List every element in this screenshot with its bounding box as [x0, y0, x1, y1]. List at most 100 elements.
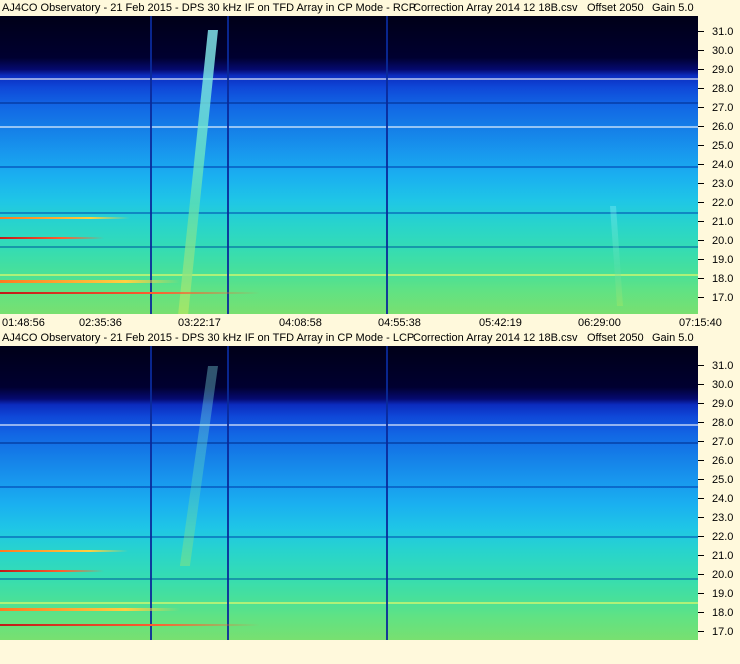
- time-label: 01:48:56: [2, 317, 45, 329]
- rcp-freq-tick: 17.0: [698, 291, 740, 305]
- lcp-streak: [0, 550, 128, 552]
- rcp-freq-label: 19.0: [712, 254, 734, 266]
- rcp-spectrogram: [0, 16, 698, 314]
- rcp-freq-tick: 20.0: [698, 234, 740, 248]
- lcp-freq-tick: 31.0: [698, 359, 740, 373]
- lcp-freq-label: 20.0: [712, 569, 734, 581]
- time-label: 02:35:36: [79, 317, 122, 329]
- time-label: 05:42:19: [479, 317, 522, 329]
- rcp-freq-tick: 23.0: [698, 177, 740, 191]
- rcp-frequency-axis: 31.0 30.0 29.0 28.0 27.0 26.0 25.0 24.0 …: [698, 16, 740, 314]
- lcp-freq-tick: 19.0: [698, 587, 740, 601]
- lcp-freq-label: 28.0: [712, 417, 734, 429]
- rcp-vertical-line: [386, 16, 388, 314]
- lcp-vertical-line: [386, 346, 388, 640]
- lcp-freq-label: 21.0: [712, 550, 734, 562]
- lcp-streak: [0, 624, 260, 626]
- rcp-freq-tick: 29.0: [698, 63, 740, 77]
- lcp-freq-label: 23.0: [712, 512, 734, 524]
- lcp-freq-label: 25.0: [712, 474, 734, 486]
- lcp-freq-tick: 20.0: [698, 568, 740, 582]
- lcp-band: [0, 536, 698, 538]
- lcp-title: AJ4CO Observatory - 21 Feb 2015 - DPS 30…: [2, 332, 415, 344]
- lcp-freq-label: 26.0: [712, 455, 734, 467]
- lcp-band: [0, 602, 698, 604]
- lcp-freq-label: 18.0: [712, 607, 734, 619]
- rcp-freq-tick: 30.0: [698, 44, 740, 58]
- rcp-freq-label: 17.0: [712, 292, 734, 304]
- rcp-correction: Correction Array 2014 12 18B.csv: [413, 2, 578, 14]
- lcp-freq-tick: 17.0: [698, 625, 740, 639]
- rcp-spectrogram-background: [0, 16, 698, 314]
- rcp-band: [0, 274, 698, 276]
- rcp-band: [0, 102, 698, 104]
- rcp-freq-label: 26.0: [712, 121, 734, 133]
- lcp-freq-tick: 28.0: [698, 416, 740, 430]
- lcp-freq-tick: 18.0: [698, 606, 740, 620]
- lcp-streak: [0, 570, 104, 572]
- lcp-band: [0, 578, 698, 580]
- rcp-panel: AJ4CO Observatory - 21 Feb 2015 - DPS 30…: [0, 0, 740, 330]
- lcp-freq-label: 31.0: [712, 360, 734, 372]
- lcp-gain: Gain 5.0: [652, 332, 694, 344]
- lcp-freq-tick: 21.0: [698, 549, 740, 563]
- lcp-freq-tick: 23.0: [698, 511, 740, 525]
- time-label: 03:22:17: [178, 317, 221, 329]
- rcp-freq-tick: 19.0: [698, 253, 740, 267]
- lcp-streak: [0, 608, 180, 611]
- lcp-freq-tick: 27.0: [698, 435, 740, 449]
- lcp-spectrogram: [0, 346, 698, 640]
- lcp-frequency-axis: 31.0 30.0 29.0 28.0 27.0 26.0 25.0 24.0 …: [698, 346, 740, 640]
- rcp-freq-label: 29.0: [712, 64, 734, 76]
- lcp-freq-label: 27.0: [712, 436, 734, 448]
- rcp-band: [0, 246, 698, 248]
- lcp-vertical-line: [227, 346, 229, 640]
- rcp-freq-tick: 24.0: [698, 158, 740, 172]
- rcp-freq-tick: 21.0: [698, 215, 740, 229]
- rcp-freq-label: 25.0: [712, 140, 734, 152]
- rcp-vertical-line: [227, 16, 229, 314]
- lcp-freq-label: 17.0: [712, 626, 734, 638]
- rcp-freq-tick: 25.0: [698, 139, 740, 153]
- rcp-band: [0, 212, 698, 214]
- lcp-band: [0, 424, 698, 426]
- rcp-band: [0, 166, 698, 168]
- rcp-freq-label: 21.0: [712, 216, 734, 228]
- lcp-freq-label: 22.0: [712, 531, 734, 543]
- rcp-header: AJ4CO Observatory - 21 Feb 2015 - DPS 30…: [0, 0, 740, 16]
- lcp-offset: Offset 2050: [587, 332, 644, 344]
- rcp-freq-label: 22.0: [712, 197, 734, 209]
- bottom-strip: [0, 640, 740, 664]
- lcp-correction: Correction Array 2014 12 18B.csv: [413, 332, 578, 344]
- lcp-freq-tick: 26.0: [698, 454, 740, 468]
- rcp-streak: [0, 292, 260, 294]
- rcp-offset: Offset 2050: [587, 2, 644, 14]
- lcp-band: [0, 442, 698, 444]
- lcp-panel: AJ4CO Observatory - 21 Feb 2015 - DPS 30…: [0, 330, 740, 664]
- rcp-gain: Gain 5.0: [652, 2, 694, 14]
- rcp-freq-tick: 22.0: [698, 196, 740, 210]
- rcp-freq-tick: 27.0: [698, 101, 740, 115]
- rcp-freq-label: 20.0: [712, 235, 734, 247]
- lcp-freq-tick: 29.0: [698, 397, 740, 411]
- time-label: 06:29:00: [578, 317, 621, 329]
- lcp-freq-tick: 25.0: [698, 473, 740, 487]
- rcp-band: [0, 126, 698, 128]
- time-label: 04:55:38: [378, 317, 421, 329]
- rcp-freq-label: 24.0: [712, 159, 734, 171]
- rcp-streak: [0, 237, 104, 239]
- time-label: 07:15:40: [679, 317, 722, 329]
- rcp-title: AJ4CO Observatory - 21 Feb 2015 - DPS 30…: [2, 2, 417, 14]
- rcp-freq-label: 30.0: [712, 45, 734, 57]
- rcp-band: [0, 78, 698, 80]
- rcp-freq-tick: 31.0: [698, 25, 740, 39]
- time-axis: 01:48:56 02:35:36 03:22:17 04:08:58 04:5…: [0, 316, 740, 330]
- lcp-freq-tick: 30.0: [698, 378, 740, 392]
- lcp-freq-tick: 22.0: [698, 530, 740, 544]
- lcp-band: [0, 486, 698, 488]
- rcp-vertical-line: [150, 16, 152, 314]
- rcp-freq-tick: 18.0: [698, 272, 740, 286]
- lcp-spectrogram-background: [0, 346, 698, 640]
- lcp-freq-tick: 24.0: [698, 492, 740, 506]
- rcp-streak: [0, 217, 130, 219]
